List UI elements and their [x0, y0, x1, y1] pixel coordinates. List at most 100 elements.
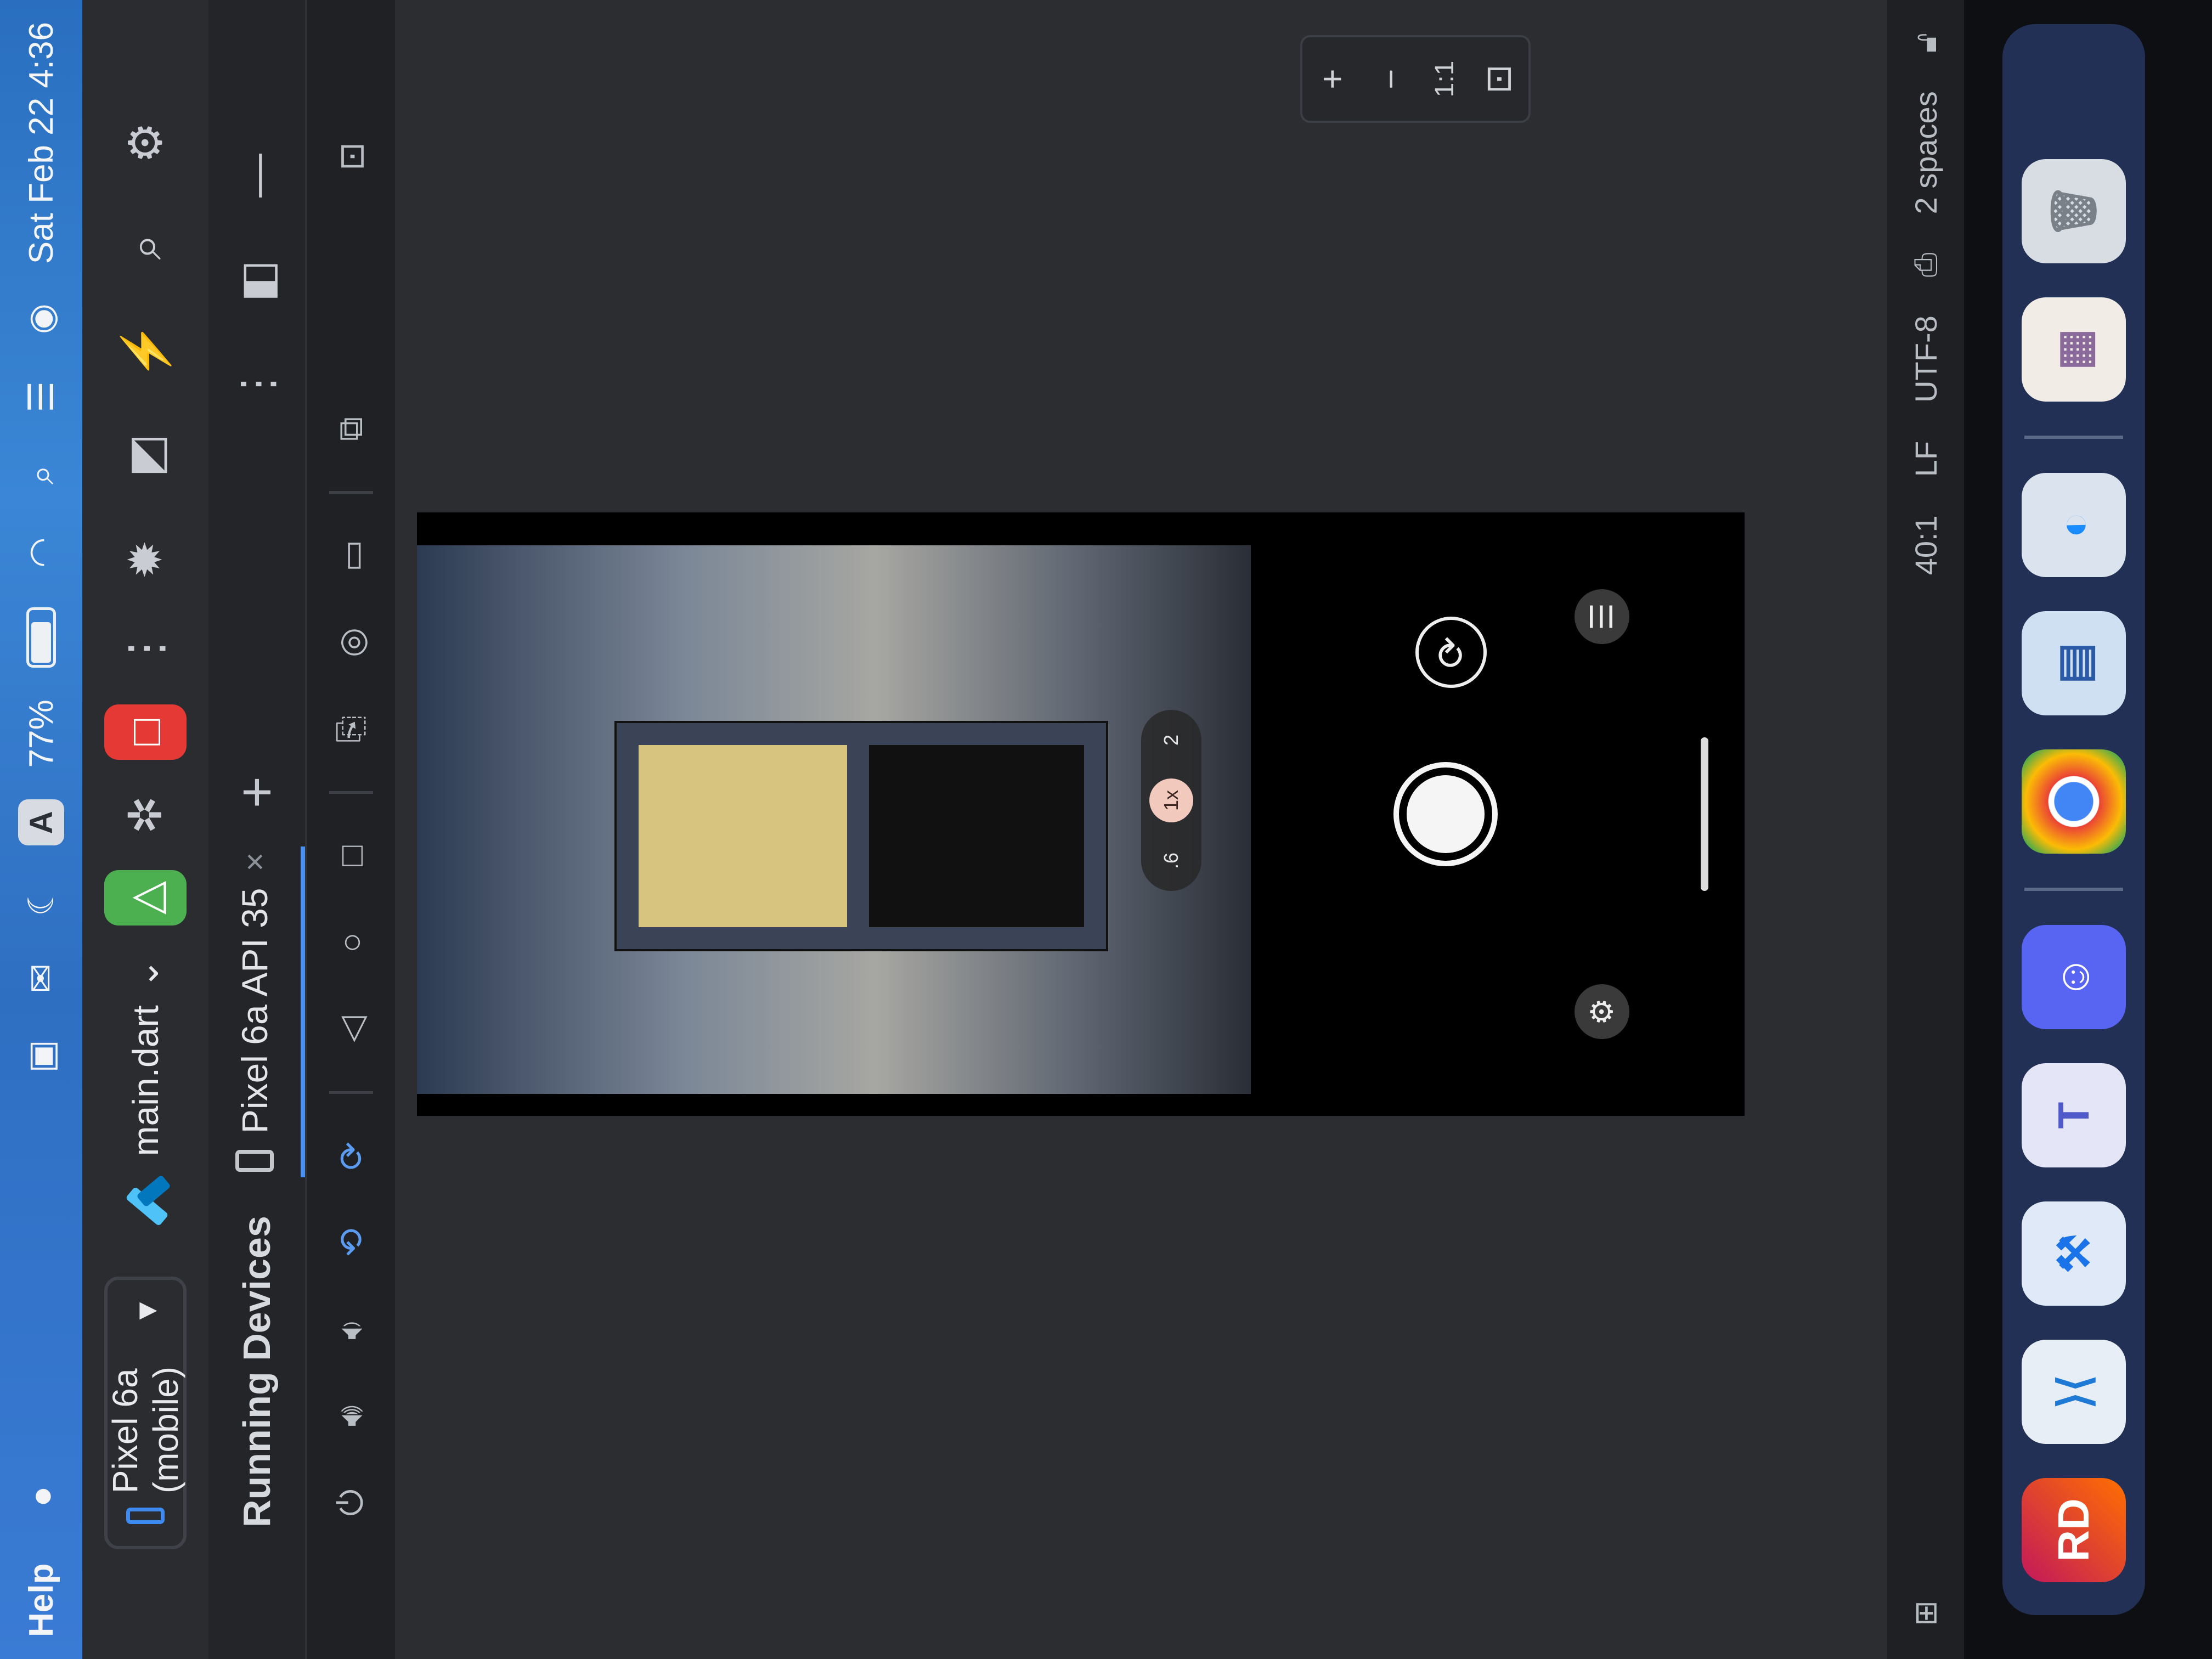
record-screen-icon[interactable]: ▭ — [326, 531, 376, 580]
minimize-icon[interactable]: — — [232, 132, 282, 198]
device-controls: ⏻ 🔊︎ 🔉︎ ⟲ ⟳ ◁ ○ □ ⎘ ◎ ▭ ⧉ ⊡ — [307, 0, 395, 1659]
back-icon[interactable]: ◁ — [326, 1005, 376, 1054]
status-bar: ⊞ 40:1 LF UTF-8 ⎙ 2 spaces 🔓︎ — [1887, 0, 1964, 1659]
spotlight-icon[interactable]: ⌕ — [18, 452, 64, 498]
power-save-icon[interactable]: ⚡ — [104, 318, 187, 384]
status-bar-right: 40:1 LF UTF-8 ⎙ 2 spaces 🔓︎ — [1908, 33, 1944, 575]
clock[interactable]: Sat Feb 22 4:36 — [22, 22, 61, 264]
wifi-icon[interactable]: ◠ — [18, 529, 64, 575]
rider-icon[interactable]: RD — [2022, 1478, 2126, 1582]
power-icon[interactable]: ⏻ — [326, 1478, 376, 1527]
more-vertical-icon: ⋮ — [120, 625, 171, 672]
camera-settings-icon[interactable]: ⚙ — [1575, 984, 1629, 1039]
battery-percent: 77% — [22, 699, 60, 768]
extended-controls-icon[interactable]: ⧉ — [326, 404, 376, 454]
zoom-option-active[interactable]: 1x — [1149, 778, 1193, 822]
menu-bar: Help ● ▣ ✉ ☾ A 77% ◠ ⌕ ☰ ◉ Sat Feb 22 4:… — [0, 0, 82, 1659]
more-actions-button[interactable]: ⋮ — [104, 625, 187, 672]
fit-screen-icon[interactable]: ⊡ — [1478, 64, 1519, 94]
vscode-icon[interactable]: ⟩⟨ — [2022, 1340, 2126, 1444]
expand-panel-icon[interactable]: ⊞ — [1908, 1600, 1944, 1626]
gear-icon[interactable]: ⚙ — [104, 110, 187, 176]
zoom-controls: + − 1:1 ⊡ — [1300, 35, 1531, 123]
tool-window-title: Running Devices — [235, 1216, 278, 1527]
home-icon[interactable]: ○ — [326, 918, 376, 967]
proxyman-icon[interactable]: ◐ — [2022, 473, 2126, 577]
triangle-icon: △ — [121, 881, 170, 915]
flutter-icon — [121, 1172, 170, 1222]
rotate-left-icon[interactable]: ⟲ — [326, 1218, 376, 1267]
chevron-down-icon: ⌄ — [125, 958, 166, 989]
preview-icon[interactable]: ▤ — [2022, 611, 2126, 715]
screenshot-app-icon[interactable]: ▣ — [18, 1033, 64, 1079]
switch-camera-icon[interactable]: ⟳ — [1415, 617, 1487, 688]
xcode-icon[interactable]: ⚒ — [2022, 1201, 2126, 1306]
device-selector[interactable]: Pixel 6a (mobile) ▾ — [104, 1277, 187, 1549]
image-region — [869, 745, 1084, 927]
divider — [329, 791, 373, 794]
gesture-bar[interactable] — [1701, 737, 1708, 891]
file-encoding[interactable]: UTF-8 — [1908, 315, 1944, 403]
divider — [329, 491, 373, 494]
line-separator[interactable]: LF — [1908, 441, 1944, 477]
run-config-selector[interactable]: main.dart ⌄ — [121, 958, 170, 1222]
rotate-right-icon[interactable]: ⟳ — [326, 1131, 376, 1181]
readonly-icon[interactable]: ⎙ — [1908, 252, 1944, 277]
record-icon[interactable]: ● — [18, 1474, 64, 1520]
running-devices-tabbar: Running Devices Pixel 6a API 35 × + ⋮ ◧ … — [208, 0, 307, 1659]
close-icon[interactable]: × — [236, 852, 274, 871]
control-center-icon[interactable]: ☰ — [18, 374, 64, 420]
lock-icon[interactable]: 🔓︎ — [1908, 33, 1944, 53]
trash-icon[interactable]: 🗑︎ — [2022, 159, 2126, 263]
stop-button[interactable]: □ — [104, 704, 187, 760]
hot-reload-button[interactable]: △ — [104, 870, 187, 926]
discord-icon[interactable]: ☺ — [2022, 925, 2126, 1029]
zoom-in-button[interactable]: + — [1312, 69, 1352, 89]
device-display-area: .6 1x 2 ⟳ ⚙ ☰ + − 1:1 ⊡ ➤ — [395, 0, 1887, 1659]
zoom-fit-icon[interactable]: ⊡ — [326, 132, 376, 181]
overview-icon[interactable]: □ — [326, 831, 376, 881]
volume-down-icon[interactable]: 🔉︎ — [326, 1305, 376, 1354]
zoom-selector: .6 1x 2 — [1141, 710, 1201, 891]
recursive-screen-image — [614, 721, 1108, 951]
image-region — [639, 745, 847, 927]
device-selector-label: Pixel 6a (mobile) — [105, 1366, 185, 1494]
volume-up-icon[interactable]: 🔊︎ — [326, 1391, 376, 1441]
indent-setting[interactable]: 2 spaces — [1908, 91, 1944, 214]
camera-icon[interactable]: ◎ — [326, 618, 376, 667]
battery-icon[interactable] — [26, 607, 56, 668]
zoom-option[interactable]: .6 — [1149, 839, 1193, 883]
adjust-icon[interactable]: ☰ — [1575, 589, 1629, 644]
more-vertical-icon[interactable]: ⋮ — [232, 340, 283, 406]
teams-icon[interactable]: T — [2022, 1063, 2126, 1167]
rider-label: RD — [2049, 1498, 2098, 1562]
device-mirror-button[interactable]: ◩ — [104, 422, 187, 488]
ide-toolbar: Pixel 6a (mobile) ▾ main.dart ⌄ △ ✲ □ ⋮ … — [82, 0, 208, 1659]
device-screen[interactable]: .6 1x 2 ⟳ ⚙ ☰ — [417, 512, 1745, 1116]
chevron-down-icon: ▾ — [125, 1302, 165, 1320]
input-source-indicator[interactable]: A — [18, 799, 64, 846]
camera-viewfinder[interactable] — [417, 545, 1251, 1094]
chrome-icon[interactable] — [2022, 749, 2126, 854]
layout-icon[interactable]: ◧ — [232, 236, 283, 302]
caret-position[interactable]: 40:1 — [1908, 515, 1944, 575]
tab-pixel-6a[interactable]: Pixel 6a API 35 × — [208, 847, 305, 1178]
bug-settings-button[interactable]: ✹ — [104, 527, 187, 592]
siri-icon[interactable]: ◉ — [18, 296, 64, 342]
menu-bar-status: ▣ ✉ ☾ A 77% ◠ ⌕ ☰ ◉ Sat Feb 22 4:36 — [18, 22, 64, 1079]
search-icon[interactable]: ⌕ — [104, 214, 187, 280]
shutter-button[interactable] — [1393, 762, 1498, 866]
tab-label: Pixel 6a API 35 — [234, 888, 275, 1134]
debug-button[interactable]: ✲ — [104, 793, 187, 837]
zoom-option[interactable]: 2 — [1149, 718, 1193, 762]
actual-size-button[interactable]: 1:1 — [1430, 61, 1460, 98]
document-icon[interactable]: ▦ — [2022, 297, 2126, 402]
zoom-out-button[interactable]: − — [1370, 69, 1411, 89]
phone-icon — [126, 1508, 165, 1524]
moon-icon[interactable]: ☾ — [18, 877, 64, 923]
screenshot-icon[interactable]: ⎘ — [326, 704, 376, 754]
mail-app-icon[interactable]: ✉ — [18, 955, 64, 1001]
dock-divider — [2024, 436, 2123, 439]
add-device-button[interactable]: + — [225, 776, 289, 808]
help-menu[interactable]: Help — [22, 1564, 61, 1637]
